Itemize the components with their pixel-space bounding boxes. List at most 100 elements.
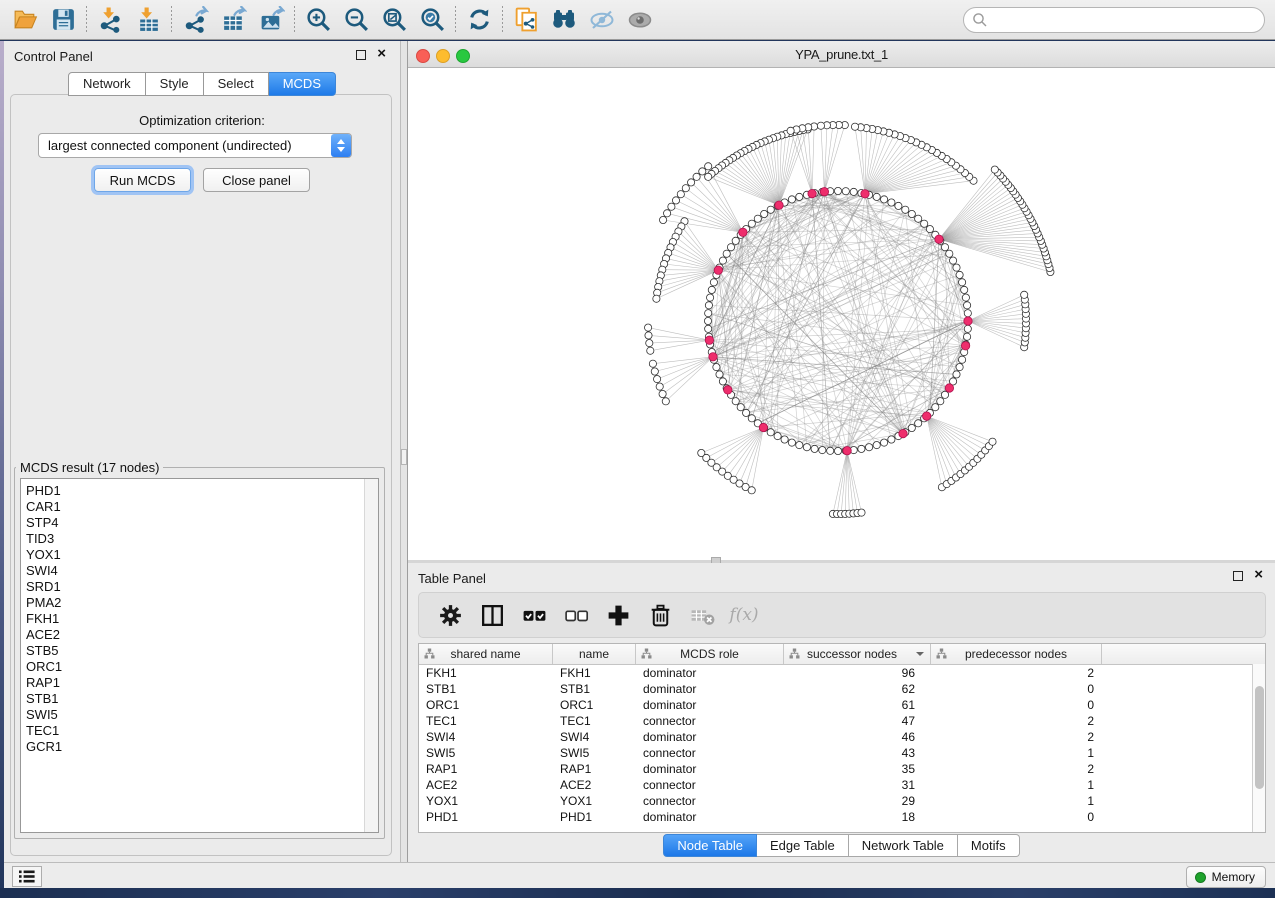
cell-name[interactable]: SWI4 [553,729,636,745]
refresh-button[interactable] [460,3,498,37]
search-input[interactable] [988,10,1264,30]
table-row[interactable]: STB1STB1dominator620 [419,681,1265,697]
open-button[interactable] [6,3,44,37]
tab-edge-table[interactable]: Edge Table [757,834,849,857]
mcds-result-item[interactable]: ACE2 [21,627,378,643]
tab-motifs[interactable]: Motifs [958,834,1020,857]
add-column-button[interactable] [599,596,637,634]
cell-MCDS-role[interactable]: connector [636,793,784,809]
table-row[interactable]: TEC1TEC1connector472 [419,713,1265,729]
sort-menu-icon[interactable] [916,652,924,656]
mcds-result-item[interactable]: STB5 [21,643,378,659]
network-graph[interactable] [408,68,1275,560]
tab-select[interactable]: Select [204,72,269,96]
select-all-button[interactable] [515,596,553,634]
cell-predecessor-nodes[interactable]: 2 [931,729,1102,745]
close-table-panel-icon[interactable]: × [1254,566,1263,584]
copy-network-button[interactable] [507,3,545,37]
cell-predecessor-nodes[interactable]: 2 [931,761,1102,777]
column-header-shared-name[interactable]: shared name [419,644,553,664]
mcds-result-item[interactable]: PHD1 [21,479,378,499]
cell-successor-nodes[interactable]: 18 [784,809,931,825]
cell-MCDS-role[interactable]: dominator [636,665,784,681]
cell-predecessor-nodes[interactable]: 0 [931,809,1102,825]
splitter-handle[interactable] [401,449,407,465]
cell-successor-nodes[interactable]: 29 [784,793,931,809]
cell-MCDS-role[interactable]: connector [636,777,784,793]
cell-shared-name[interactable]: FKH1 [419,665,553,681]
cell-successor-nodes[interactable]: 47 [784,713,931,729]
table-row[interactable]: YOX1YOX1connector291 [419,793,1265,809]
cell-shared-name[interactable]: SWI5 [419,745,553,761]
cell-MCDS-role[interactable]: connector [636,713,784,729]
cell-MCDS-role[interactable]: dominator [636,809,784,825]
optimization-criterion-dropdown[interactable]: largest connected component (undirected) [38,133,352,158]
table-scrollbar[interactable] [1252,664,1265,833]
cell-successor-nodes[interactable]: 35 [784,761,931,777]
cell-shared-name[interactable]: YOX1 [419,793,553,809]
cell-MCDS-role[interactable]: dominator [636,697,784,713]
cell-predecessor-nodes[interactable]: 0 [931,681,1102,697]
delete-column-button[interactable] [641,596,679,634]
cell-predecessor-nodes[interactable]: 0 [931,697,1102,713]
mcds-result-item[interactable]: TID3 [21,531,378,547]
cell-MCDS-role[interactable]: dominator [636,681,784,697]
import-network-button[interactable] [91,3,129,37]
table-row[interactable]: ORC1ORC1dominator610 [419,697,1265,713]
mcds-result-item[interactable]: SRD1 [21,579,378,595]
cell-shared-name[interactable]: ORC1 [419,697,553,713]
show-columns-button[interactable] [473,596,511,634]
cell-shared-name[interactable]: SWI4 [419,729,553,745]
cell-shared-name[interactable]: RAP1 [419,761,553,777]
task-history-button[interactable] [12,866,42,887]
memory-button[interactable]: Memory [1186,866,1266,888]
mcds-result-item[interactable]: PMA2 [21,595,378,611]
cell-predecessor-nodes[interactable]: 2 [931,713,1102,729]
cell-name[interactable]: ACE2 [553,777,636,793]
mcds-result-item[interactable]: SWI4 [21,563,378,579]
zoom-out-button[interactable] [337,3,375,37]
column-header-predecessor-nodes[interactable]: predecessor nodes [931,644,1102,664]
export-network-button[interactable] [176,3,214,37]
panel-splitter-vertical[interactable] [400,41,408,862]
column-header-name[interactable]: name [553,644,636,664]
float-table-panel-icon[interactable] [1233,571,1243,581]
cell-name[interactable]: STB1 [553,681,636,697]
mcds-result-item[interactable]: TEC1 [21,723,378,739]
table-row[interactable]: ACE2ACE2connector311 [419,777,1265,793]
cell-MCDS-role[interactable]: connector [636,745,784,761]
mcds-result-item[interactable]: RAP1 [21,675,378,691]
mcds-result-item[interactable]: CAR1 [21,499,378,515]
cell-predecessor-nodes[interactable]: 1 [931,777,1102,793]
cell-successor-nodes[interactable]: 96 [784,665,931,681]
cell-predecessor-nodes[interactable]: 1 [931,793,1102,809]
cell-successor-nodes[interactable]: 62 [784,681,931,697]
mcds-result-item[interactable]: STP4 [21,515,378,531]
close-panel-button[interactable]: Close panel [203,168,310,192]
export-table-button[interactable] [214,3,252,37]
mcds-result-item[interactable]: STB1 [21,691,378,707]
cell-name[interactable]: TEC1 [553,713,636,729]
find-button[interactable] [545,3,583,37]
network-window-titlebar[interactable]: YPA_prune.txt_1 [408,41,1275,68]
show-all-button[interactable] [621,3,659,37]
cell-successor-nodes[interactable]: 61 [784,697,931,713]
cell-name[interactable]: YOX1 [553,793,636,809]
save-button[interactable] [44,3,82,37]
cell-name[interactable]: FKH1 [553,665,636,681]
mcds-result-item[interactable]: YOX1 [21,547,378,563]
cell-name[interactable]: PHD1 [553,809,636,825]
export-image-button[interactable] [252,3,290,37]
cell-predecessor-nodes[interactable]: 2 [931,665,1102,681]
cell-shared-name[interactable]: STB1 [419,681,553,697]
zoom-selected-button[interactable] [413,3,451,37]
mcds-result-item[interactable]: FKH1 [21,611,378,627]
table-scrollbar-thumb[interactable] [1255,686,1264,789]
mcds-list-scrollbar[interactable] [364,479,378,832]
close-panel-icon[interactable]: × [377,45,386,63]
cell-shared-name[interactable]: TEC1 [419,713,553,729]
cell-successor-nodes[interactable]: 43 [784,745,931,761]
table-row[interactable]: PHD1PHD1dominator180 [419,809,1265,825]
tab-mcds[interactable]: MCDS [269,72,336,96]
tab-style[interactable]: Style [146,72,204,96]
